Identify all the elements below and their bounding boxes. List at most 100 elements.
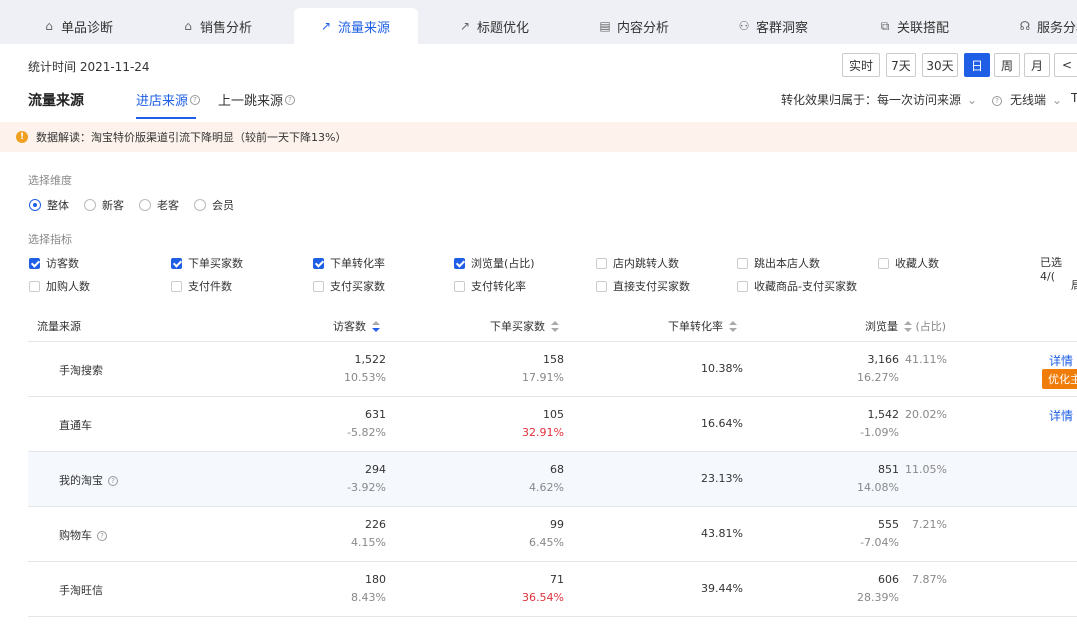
buyers-value: 99	[550, 518, 564, 531]
source-label: 手淘旺信	[59, 584, 103, 597]
order-rate-value: 10.38%	[701, 362, 743, 375]
period-realtime-button[interactable]: 实时	[842, 53, 880, 77]
metric-checkbox[interactable]: 加购人数	[29, 278, 90, 294]
metric-checkbox[interactable]: 下单转化率	[313, 255, 385, 271]
attribution-select[interactable]: 每一次访问来源 ⌄	[877, 91, 977, 108]
table-header: 流量来源 访客数 下单买家数 下单转化率 浏览量 (占比)	[28, 308, 1077, 342]
help-icon[interactable]: ?	[190, 94, 201, 105]
checkbox-icon	[313, 257, 324, 269]
subtab-underline	[136, 117, 196, 119]
checkbox-icon	[29, 257, 40, 269]
page-title: 流量来源	[28, 93, 84, 109]
col-visitors[interactable]: 访客数	[333, 318, 380, 334]
tab-sales-analysis[interactable]: ⌂ 销售分析	[181, 8, 252, 44]
buyers-change: 32.91%	[522, 426, 564, 439]
table-row: 我的淘宝? 294 -3.92% 68 4.62% 23.13% 851 14.08% 11.0…	[28, 452, 1077, 507]
period-week-button[interactable]: 周	[994, 53, 1020, 77]
radio-icon	[194, 199, 206, 211]
subtab-store-entry-source[interactable]: 进店来源?	[136, 90, 201, 109]
order-rate-value: 39.44%	[701, 582, 743, 595]
visitors-value: 294	[365, 463, 386, 476]
pageviews-change: -7.04%	[860, 536, 899, 549]
attribution-label: 转化效果归属于：	[781, 93, 878, 107]
metric-label: 跳出本店人数	[754, 257, 820, 270]
help-icon[interactable]: ?	[97, 531, 107, 541]
tab-service-analysis[interactable]: ☊服务分析	[1018, 8, 1077, 44]
metric-checkbox[interactable]: 支付转化率	[454, 278, 526, 294]
period-month-button[interactable]: 月	[1024, 53, 1050, 77]
subtab-previous-hop-source[interactable]: 上一跳来源?	[218, 90, 296, 109]
dimension-radio-returning[interactable]: 老客	[139, 197, 179, 213]
metric-checkbox[interactable]: 收藏商品-支付买家数	[737, 278, 857, 294]
details-link[interactable]: 详情	[1049, 352, 1073, 369]
stat-date: 统计时间 2021-11-24	[28, 60, 150, 74]
metric-label: 支付件数	[188, 280, 232, 293]
period-30d-button[interactable]: 30天	[922, 53, 958, 77]
checkbox-icon	[596, 280, 607, 292]
prev-period-button[interactable]: <	[1054, 53, 1077, 77]
metric-checkbox[interactable]: 浏览量(占比)	[454, 255, 535, 271]
overflow-label: T	[1071, 91, 1077, 105]
metric-label: 收藏商品-支付买家数	[754, 280, 857, 293]
metric-checkbox[interactable]: 直接支付买家数	[596, 278, 690, 294]
users-icon: ⚇	[738, 19, 750, 33]
tab-content-analysis[interactable]: ▤ 内容分析	[598, 8, 669, 44]
details-link[interactable]: 详情	[1049, 407, 1073, 424]
metric-checkbox[interactable]: 店内跳转人数	[596, 255, 679, 271]
visitors-value: 226	[365, 518, 386, 531]
metric-checkbox[interactable]: 跳出本店人数	[737, 255, 820, 271]
metric-label: 访客数	[46, 257, 79, 270]
traffic-source-name: 直通车	[59, 417, 92, 433]
checkbox-icon	[737, 280, 748, 292]
device-select[interactable]: ? 无线端 ⌄	[990, 91, 1062, 108]
optimize-tag[interactable]: 优化主	[1042, 369, 1077, 389]
line-chart-icon: ↗	[320, 19, 332, 33]
metric-checkbox[interactable]: 收藏人数	[878, 255, 939, 271]
metric-label: 加购人数	[46, 280, 90, 293]
metric-checkbox[interactable]: 访客数	[29, 255, 79, 271]
dimension-radio-new[interactable]: 新客	[84, 197, 124, 213]
table-row: 购物车? 226 4.15% 99 6.45% 43.81% 555 -7.04% 7.21%	[28, 507, 1077, 562]
pageviews-change: 28.39%	[857, 591, 899, 604]
metric-label: 支付转化率	[471, 280, 526, 293]
table-row: 手淘搜索 1,522 10.53% 158 17.91% 10.38% 3,166 16.27…	[28, 342, 1077, 397]
tab-audience-insight[interactable]: ⚇ 客群洞察	[737, 8, 808, 44]
traffic-source-name: 手淘旺信	[59, 582, 103, 598]
col-order-buyers[interactable]: 下单买家数	[490, 318, 559, 334]
tab-traffic-source[interactable]: ↗ 流量来源	[294, 8, 418, 44]
traffic-source-name: 我的淘宝?	[59, 472, 118, 488]
metric-label: 直接支付买家数	[613, 280, 690, 293]
metric-label: 店内跳转人数	[613, 257, 679, 270]
col-order-rate[interactable]: 下单转化率	[668, 318, 737, 334]
help-icon[interactable]: ?	[285, 94, 296, 105]
metric-label: 下单转化率	[330, 257, 385, 270]
help-icon[interactable]: ?	[108, 476, 118, 486]
dimension-radio-member[interactable]: 会员	[194, 197, 234, 213]
radio-icon	[84, 199, 96, 211]
sort-icon[interactable]	[372, 321, 380, 333]
tab-related-matching[interactable]: ⧉ 关联搭配	[878, 8, 949, 44]
line-chart-icon: ↗	[459, 19, 471, 33]
source-label: 直通车	[59, 419, 92, 432]
buyers-change: 4.62%	[529, 481, 564, 494]
dimension-radio-all[interactable]: 整体	[29, 197, 69, 213]
sort-icon[interactable]	[904, 321, 912, 333]
chevron-down-icon: ⌄	[1052, 93, 1063, 107]
sort-icon[interactable]	[551, 321, 559, 333]
source-label: 手淘搜索	[59, 364, 103, 377]
checkbox-icon	[737, 257, 748, 269]
order-rate-value: 16.64%	[701, 417, 743, 430]
period-day-button[interactable]: 日	[964, 53, 990, 77]
sort-icon[interactable]	[729, 321, 737, 333]
table-row: 直通车 631 -5.82% 105 32.91% 16.64% 1,542 -1.09% 20…	[28, 397, 1077, 452]
visitors-change: -3.92%	[347, 481, 386, 494]
col-pageviews[interactable]: 浏览量 (占比)	[865, 318, 946, 334]
metric-checkbox[interactable]: 下单买家数	[171, 255, 243, 271]
pageviews-value: 555	[878, 518, 899, 531]
period-7d-button[interactable]: 7天	[886, 53, 916, 77]
pageviews-value: 606	[878, 573, 899, 586]
tab-product-diagnosis[interactable]: ⌂ 单品诊断	[42, 8, 113, 44]
metric-checkbox[interactable]: 支付买家数	[313, 278, 385, 294]
tab-title-optimization[interactable]: ↗ 标题优化	[458, 8, 529, 44]
metric-checkbox[interactable]: 支付件数	[171, 278, 232, 294]
